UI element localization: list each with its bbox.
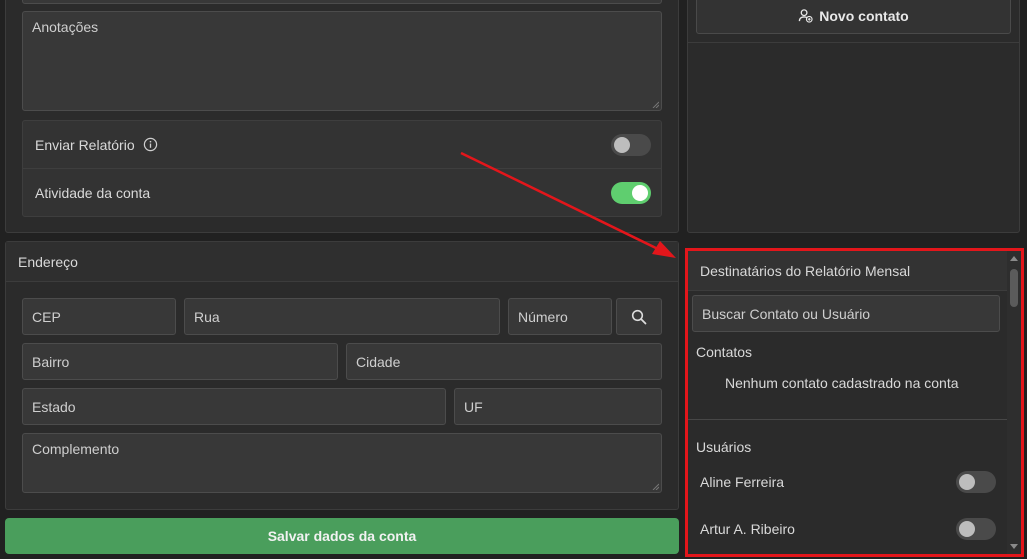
new-contact-button[interactable]: Novo contato — [696, 0, 1011, 34]
toggle-knob — [632, 185, 648, 201]
address-title: Endereço — [18, 253, 78, 270]
state-placeholder: Estado — [32, 398, 76, 415]
account-activity-toggle[interactable] — [611, 182, 651, 204]
notes-placeholder: Anotações — [32, 19, 99, 35]
address-header: Endereço — [6, 242, 678, 282]
top-field-edge[interactable] — [22, 0, 662, 4]
send-report-label: Enviar Relatório — [35, 136, 135, 153]
street-input[interactable]: Rua — [184, 298, 500, 335]
scroll-down-icon[interactable] — [1010, 544, 1018, 549]
report-recipients-panel: Destinatários do Relatório Mensal Buscar… — [685, 248, 1024, 557]
add-user-icon — [799, 9, 813, 23]
toggle-knob — [959, 521, 975, 537]
contacts-empty-message: Nenhum contato cadastrado na conta — [725, 375, 959, 391]
notes-textarea[interactable]: Anotações — [22, 11, 662, 111]
recipients-header: Destinatários do Relatório Mensal — [688, 251, 1007, 291]
toggle-knob — [959, 474, 975, 490]
user-name: Artur A. Ribeiro — [700, 521, 795, 537]
complement-placeholder: Complemento — [32, 441, 120, 457]
info-icon[interactable] — [143, 137, 158, 152]
uf-input[interactable]: UF — [454, 388, 662, 425]
send-report-toggle[interactable] — [611, 133, 651, 156]
users-heading: Usuários — [696, 439, 752, 455]
search-address-button[interactable] — [616, 298, 662, 335]
city-placeholder: Cidade — [356, 353, 401, 370]
recipients-scrollbar[interactable] — [1007, 251, 1021, 554]
cep-input[interactable]: CEP — [22, 298, 176, 335]
scrollbar-thumb[interactable] — [1010, 269, 1018, 307]
user-row: Artur A. Ribeiro — [700, 514, 996, 544]
city-input[interactable]: Cidade — [346, 343, 662, 380]
number-input[interactable]: Número — [508, 298, 612, 335]
user-row: Aline Ferreira — [700, 467, 996, 497]
uf-placeholder: UF — [464, 398, 483, 415]
resize-grip-icon[interactable] — [651, 100, 659, 108]
resize-grip-icon[interactable] — [651, 482, 659, 490]
account-details-panel: Anotações Enviar Relatório Atividade da … — [5, 0, 679, 233]
state-input[interactable]: Estado — [22, 388, 446, 425]
contacts-panel-divider — [688, 42, 1019, 43]
recipients-divider — [688, 419, 1007, 420]
contacts-heading: Contatos — [696, 344, 753, 360]
account-activity-row: Atividade da conta — [23, 169, 661, 217]
address-panel: Endereço CEP Rua Número Bairro Cidade Es… — [5, 241, 679, 510]
search-icon — [631, 309, 647, 324]
new-contact-label: Novo contato — [819, 7, 909, 24]
account-activity-label: Atividade da conta — [35, 185, 151, 201]
user-toggle[interactable] — [956, 518, 996, 540]
number-placeholder: Número — [518, 308, 568, 325]
send-report-row: Enviar Relatório — [23, 121, 661, 169]
neighborhood-placeholder: Bairro — [32, 353, 70, 370]
neighborhood-input[interactable]: Bairro — [22, 343, 338, 380]
user-toggle[interactable] — [956, 471, 996, 493]
contacts-panel: Novo contato — [687, 0, 1020, 233]
toggles-group: Enviar Relatório Atividade da conta — [22, 120, 662, 217]
recipients-title: Destinatários do Relatório Mensal — [700, 262, 911, 279]
street-placeholder: Rua — [194, 308, 220, 325]
recipients-search-input[interactable]: Buscar Contato ou Usuário — [692, 295, 1000, 332]
complement-textarea[interactable]: Complemento — [22, 433, 662, 493]
user-name: Aline Ferreira — [700, 474, 785, 490]
recipients-search-placeholder: Buscar Contato ou Usuário — [702, 305, 871, 322]
toggle-knob — [614, 136, 630, 153]
save-account-button[interactable]: Salvar dados da conta — [5, 518, 679, 554]
scroll-up-icon[interactable] — [1010, 256, 1018, 261]
cep-placeholder: CEP — [32, 308, 61, 325]
